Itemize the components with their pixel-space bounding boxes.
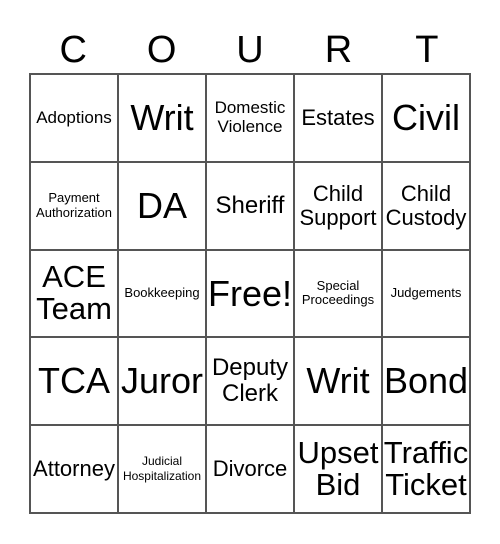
bingo-cell[interactable]: Traffic Ticket: [382, 425, 470, 513]
header-letter-o: O: [146, 29, 177, 71]
bingo-cell[interactable]: Upset Bid: [294, 425, 382, 513]
bingo-cell[interactable]: Sheriff: [206, 161, 294, 250]
bingo-cell[interactable]: Juror: [118, 337, 206, 426]
bingo-cell[interactable]: Writ: [294, 337, 382, 426]
bingo-cell[interactable]: Special Proceedings: [294, 249, 382, 338]
bingo-cell[interactable]: Divorce: [206, 425, 294, 513]
bingo-cell[interactable]: Domestic Violence: [206, 74, 294, 162]
bingo-cell[interactable]: Bookkeeping: [118, 249, 206, 338]
bingo-cell[interactable]: Writ: [118, 74, 206, 162]
bingo-cell[interactable]: DA: [118, 161, 206, 250]
bingo-card: Adoptions Writ Domestic Violence Estates…: [29, 73, 471, 514]
bingo-cell[interactable]: ACE Team: [30, 249, 118, 338]
bingo-cell[interactable]: TCA: [30, 337, 118, 426]
bingo-cell[interactable]: Attorney: [30, 425, 118, 513]
bingo-cell[interactable]: Child Custody: [382, 161, 470, 250]
bingo-header: C O U R T: [29, 28, 471, 72]
header-letter-r: R: [324, 29, 353, 71]
bingo-cell[interactable]: Child Support: [294, 161, 382, 250]
bingo-cell[interactable]: Judicial Hospitalization: [118, 425, 206, 513]
header-letter-u: U: [236, 29, 264, 71]
header-letter-t: T: [415, 29, 439, 71]
bingo-cell[interactable]: Civil: [382, 74, 470, 162]
bingo-cell[interactable]: Judgements: [382, 249, 470, 338]
bingo-cell[interactable]: Deputy Clerk: [206, 337, 294, 426]
header-letter-c: C: [59, 29, 87, 71]
bingo-cell[interactable]: Estates: [294, 74, 382, 162]
bingo-cell[interactable]: Bond: [382, 337, 470, 426]
bingo-cell[interactable]: Adoptions: [30, 74, 118, 162]
free-space[interactable]: Free!: [206, 249, 294, 338]
bingo-cell[interactable]: Payment Authorization: [30, 161, 118, 250]
